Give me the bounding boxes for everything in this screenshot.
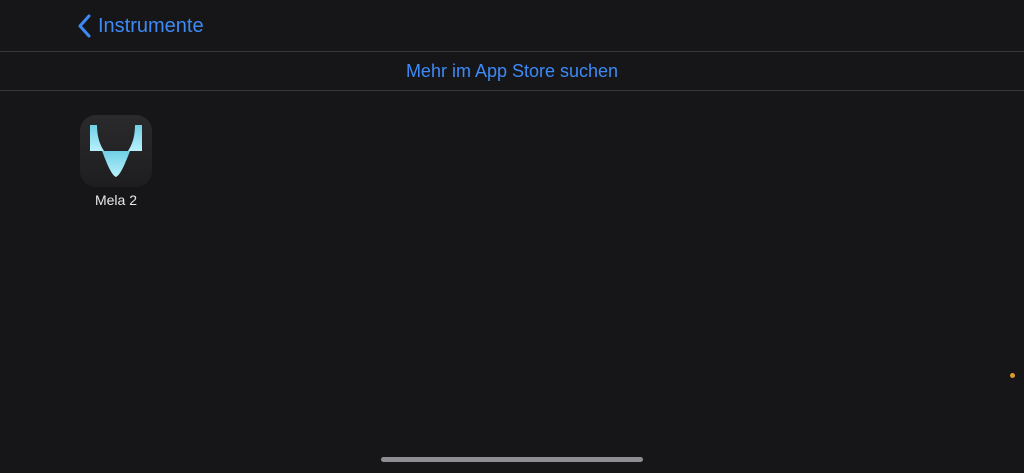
back-button[interactable]: Instrumente [78,11,204,41]
mela-wave-icon [80,115,152,187]
chevron-left-icon [78,14,92,38]
app-item-mela-2[interactable]: Mela 2 [80,115,152,209]
navigation-bar: Instrumente [0,0,1024,52]
privacy-indicator-dot [1010,373,1015,378]
app-picker-screen: Instrumente Mehr im App Store suchen Mel… [0,0,1024,473]
app-store-bar: Mehr im App Store suchen [0,52,1024,91]
app-item-label: Mela 2 [94,192,138,208]
back-button-label: Instrumente [98,15,204,37]
app-store-search-link[interactable]: Mehr im App Store suchen [406,60,618,82]
home-indicator[interactable] [381,457,643,462]
